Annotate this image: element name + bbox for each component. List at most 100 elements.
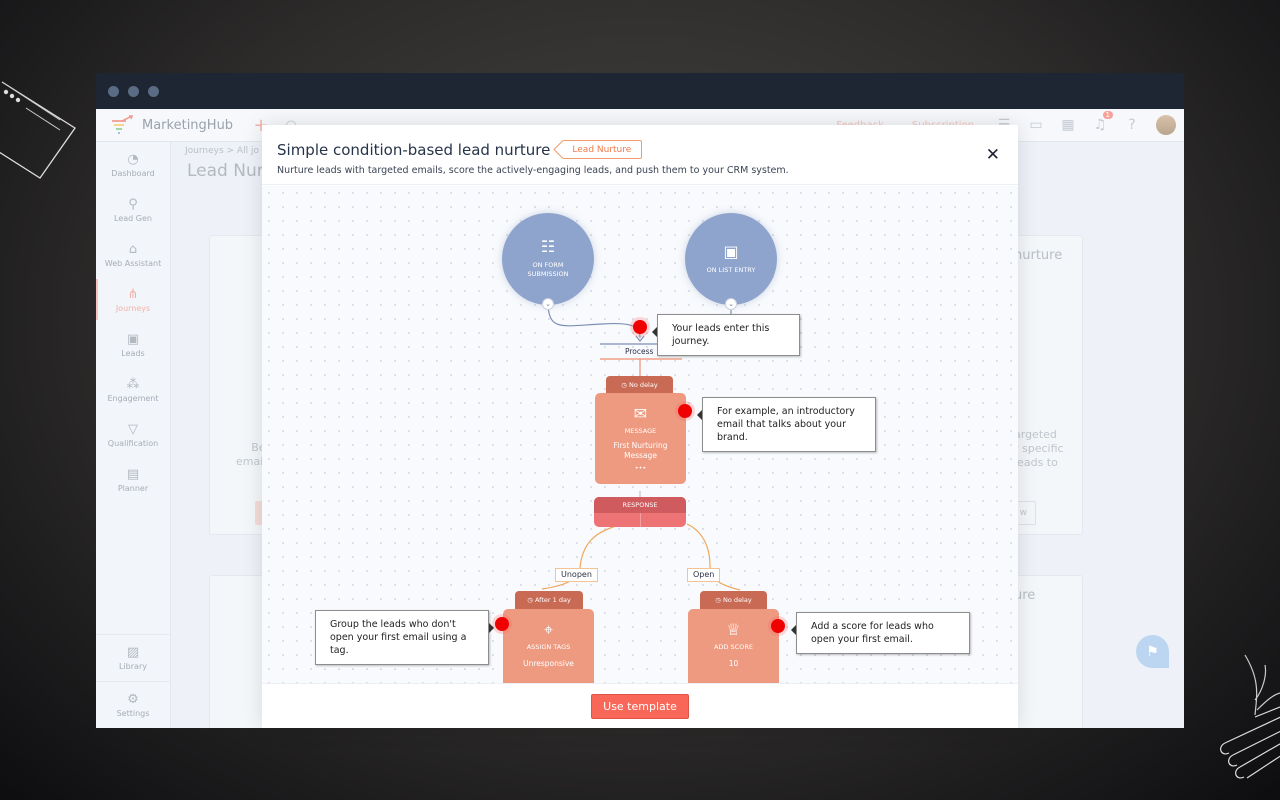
sidebar-item-web-assistant[interactable]: ⌂ Web Assistant	[96, 232, 170, 277]
library-icon: ▨	[126, 645, 140, 660]
response-divider	[640, 513, 641, 527]
leads-icon: ▣	[126, 331, 140, 347]
sidebar-item-label: Qualification	[107, 438, 159, 448]
window-close-dot[interactable]	[108, 85, 119, 97]
sidebar-item-settings[interactable]: ⚙ Settings	[96, 681, 170, 728]
use-template-button[interactable]: Use template	[591, 693, 689, 719]
funnel-icon: ▽	[128, 421, 138, 437]
sidebar-item-dashboard[interactable]: ◔ Dashboard	[96, 142, 170, 187]
hotspot-marker[interactable]	[633, 320, 647, 334]
logo-icon	[112, 115, 134, 134]
app-name: MarketingHub	[142, 117, 234, 133]
sidebar-item-label: Settings	[116, 709, 150, 718]
trigger-label: ON FORM SUBMISSION	[527, 261, 569, 278]
sidebar-item-label: Journeys	[115, 303, 151, 313]
sidebar-item-engagement[interactable]: ⁂ Engagement	[96, 367, 170, 412]
web-assistant-icon: ⌂	[128, 241, 138, 257]
process-label: Process	[625, 347, 654, 356]
window-titlebar	[96, 73, 1184, 109]
tooltip-journey-entry: Your leads enter this journey.	[652, 314, 800, 356]
calendar-icon[interactable]: ▦	[1052, 117, 1084, 133]
app-logo[interactable]: MarketingHub	[96, 115, 246, 135]
trigger-list-entry[interactable]: ▣ ON LIST ENTRY	[685, 213, 777, 305]
page-title: Lead Nur	[187, 161, 264, 181]
message-node[interactable]: ✉ MESSAGE First Nurturing Message •••	[595, 393, 686, 484]
hand-plant-sketch-icon	[1220, 654, 1280, 779]
node-type: MESSAGE	[624, 427, 657, 435]
card-title: nurture	[1014, 248, 1063, 263]
delay-label: After 1 day	[534, 596, 571, 604]
sidebar-item-qualification[interactable]: ▽ Qualification	[96, 412, 170, 457]
tooltip-add-score: Add a score for leads who open your firs…	[791, 612, 970, 654]
sidebar-item-label: Leads	[121, 348, 145, 358]
window-minimize-dot[interactable]	[128, 85, 139, 97]
planner-icon: ▤	[126, 466, 140, 482]
bell-icon[interactable]: ♫ 1	[1084, 111, 1116, 133]
lead-gen-icon: ⚲	[128, 196, 138, 212]
chevron-down-icon[interactable]: ⌄	[725, 298, 737, 310]
tag-plus-icon: ⌖	[543, 620, 553, 639]
response-label: RESPONSE	[594, 497, 686, 513]
template-preview-modal: Simple condition-based lead nurture Lead…	[262, 125, 1018, 728]
sidebar-item-planner[interactable]: ▤ Planner	[96, 457, 170, 502]
chevron-down-icon[interactable]: ⌄	[542, 298, 554, 310]
notification-badge: 1	[1102, 111, 1113, 119]
modal-subtitle: Nurture leads with targeted emails, scor…	[277, 165, 789, 176]
close-icon[interactable]: ✕	[986, 147, 1000, 164]
delay-badge[interactable]: ◷ After 1 day	[515, 591, 583, 609]
envelope-icon: ✉	[633, 404, 648, 423]
add-score-node[interactable]: ♕ ADD SCORE 10	[688, 609, 779, 683]
sidebar: ◔ Dashboard ⚲ Lead Gen ⌂ Web Assistant ⋔ Jou…	[96, 142, 171, 728]
trigger-form-submission[interactable]: ☷ ON FORM SUBMISSION	[502, 213, 594, 305]
help-icon[interactable]: ?	[1116, 117, 1148, 133]
node-value: Unresponsive	[523, 659, 574, 668]
user-avatar[interactable]	[1156, 115, 1176, 135]
dashboard-icon: ◔	[127, 151, 139, 167]
delay-badge[interactable]: ◷ No delay	[700, 591, 767, 609]
modal-footer: Use template	[262, 683, 1018, 728]
help-fab-signpost-icon[interactable]: ⚑	[1136, 635, 1169, 668]
form-icon: ☷	[540, 237, 556, 256]
tooltip-message: For example, an introductory email that …	[697, 397, 876, 452]
sidebar-item-journeys[interactable]: ⋔ Journeys	[96, 277, 170, 322]
modal-title: Simple condition-based lead nurture	[277, 140, 551, 159]
connector-form-to-process	[547, 305, 641, 339]
breadcrumb[interactable]: Journeys > All jo	[185, 146, 259, 156]
hotspot-marker[interactable]	[771, 619, 785, 633]
node-name: First Nurturing Message	[613, 441, 668, 460]
delay-label: No delay	[629, 381, 658, 389]
sidebar-item-library[interactable]: ▨ Library	[96, 634, 170, 681]
response-node[interactable]: RESPONSE	[594, 497, 686, 527]
sidebar-item-lead-gen[interactable]: ⚲ Lead Gen	[96, 187, 170, 232]
sidebar-item-label: Lead Gen	[114, 213, 152, 223]
sidebar-item-label: Planner	[117, 483, 149, 493]
trophy-plus-icon: ♕	[726, 620, 741, 639]
sidebar-item-label: Web Assistant	[104, 258, 162, 268]
node-value: 10	[728, 659, 739, 668]
hotspot-marker[interactable]	[678, 404, 692, 418]
sidebar-item-label: Library	[119, 662, 147, 671]
category-tag: Lead Nurture	[563, 140, 643, 159]
edge-label-unopen: Unopen	[555, 568, 598, 582]
modal-header: Simple condition-based lead nurture Lead…	[262, 125, 1018, 185]
assign-tags-node[interactable]: ⌖ ASSIGN TAGS Unresponsive	[503, 609, 594, 683]
node-type: ASSIGN TAGS	[526, 643, 571, 651]
sidebar-item-label: Engagement	[107, 393, 159, 403]
more-icon[interactable]: •••	[595, 464, 686, 472]
journeys-icon: ⋔	[127, 286, 139, 302]
browser-sketch-icon	[0, 81, 76, 179]
gear-icon: ⚙	[127, 692, 139, 707]
delay-badge[interactable]: ◷ No delay	[606, 376, 673, 394]
window-maximize-dot[interactable]	[148, 85, 159, 97]
hotspot-marker[interactable]	[495, 617, 509, 631]
delay-label: No delay	[723, 596, 752, 604]
engagement-icon: ⁂	[126, 376, 140, 392]
edge-label-open: Open	[687, 568, 721, 582]
sidebar-item-leads[interactable]: ▣ Leads	[96, 322, 170, 367]
tooltip-assign-tags: Group the leads who don't open your firs…	[315, 610, 494, 665]
folder-icon[interactable]: ▭	[1020, 117, 1052, 133]
card-description: argeted r specific leads to	[1014, 428, 1064, 469]
sidebar-item-label: Dashboard	[111, 168, 155, 178]
journey-canvas[interactable]: ☷ ON FORM SUBMISSION ⌄ ▣ ON LIST ENTRY ⌄…	[262, 186, 1018, 683]
contact-list-icon: ▣	[723, 241, 739, 261]
